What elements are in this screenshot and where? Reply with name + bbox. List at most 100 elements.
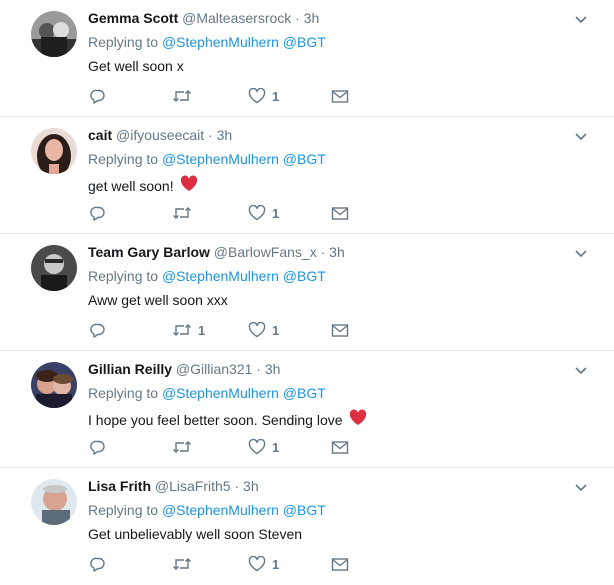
tweet-text-content: I hope you feel better soon. Sending lov… — [88, 411, 343, 428]
avatar[interactable] — [31, 362, 77, 408]
reply-list: Gemma Scott @Malteasersrock · 3h Replying… — [0, 0, 614, 585]
heart-icon — [248, 205, 266, 221]
chevron-down-icon[interactable] — [574, 12, 588, 24]
like-button[interactable]: 1 — [248, 203, 279, 223]
retweet-button[interactable] — [172, 86, 198, 106]
retweet-icon — [172, 322, 192, 338]
username[interactable]: @Malteasersrock — [182, 10, 291, 26]
avatar[interactable] — [31, 128, 77, 174]
timestamp[interactable]: 3h — [243, 478, 259, 494]
envelope-icon — [331, 556, 349, 572]
like-count: 1 — [272, 556, 280, 572]
direct-message-button[interactable] — [331, 437, 349, 457]
timestamp[interactable]: 3h — [265, 361, 281, 377]
tweet-text: Get unbelievably well soon Steven — [88, 526, 302, 542]
replying-to-mentions[interactable]: @StephenMulhern @BGT — [162, 151, 326, 167]
envelope-icon — [331, 205, 349, 221]
separator-dot: · — [291, 10, 304, 26]
timestamp[interactable]: 3h — [329, 244, 345, 260]
avatar[interactable] — [31, 479, 77, 525]
display-name[interactable]: cait — [88, 127, 112, 143]
heart-icon — [248, 556, 266, 572]
heart-icon — [248, 439, 266, 455]
retweet-button[interactable] — [172, 203, 198, 223]
timestamp[interactable]: 3h — [304, 10, 320, 26]
retweet-icon — [172, 88, 192, 104]
tweet-item[interactable]: Team Gary Barlow @BarlowFans_x · 3h Reply… — [0, 234, 614, 351]
direct-message-button[interactable] — [331, 554, 349, 574]
chevron-down-icon[interactable] — [574, 480, 588, 492]
envelope-icon — [331, 88, 349, 104]
tweet-item[interactable]: Gemma Scott @Malteasersrock · 3h Replying… — [0, 0, 614, 117]
retweet-icon — [172, 439, 192, 455]
like-button[interactable]: 1 — [248, 86, 279, 106]
tweet-header: Team Gary Barlow @BarlowFans_x · 3h — [88, 244, 345, 260]
timestamp[interactable]: 3h — [217, 127, 233, 143]
like-count: 1 — [272, 439, 280, 455]
red-heart-emoji-icon — [180, 175, 198, 196]
direct-message-button[interactable] — [331, 320, 349, 340]
replying-to-line: Replying to @StephenMulhern @BGT — [88, 34, 326, 50]
replying-to-label: Replying to — [88, 502, 159, 518]
tweet-item[interactable]: Lisa Frith @LisaFrith5 · 3h Replying to @… — [0, 468, 614, 585]
username[interactable]: @BarlowFans_x — [214, 244, 317, 260]
replying-to-mentions[interactable]: @StephenMulhern @BGT — [162, 268, 326, 284]
separator-dot: · — [316, 244, 330, 260]
reply-button[interactable] — [90, 437, 106, 457]
tweet-text: get well soon! — [88, 175, 198, 196]
display-name[interactable]: Team Gary Barlow — [88, 244, 210, 260]
tweet-text: Get well soon x — [88, 58, 184, 74]
like-button[interactable]: 1 — [248, 554, 279, 574]
retweet-button[interactable] — [172, 554, 198, 574]
direct-message-button[interactable] — [331, 86, 349, 106]
tweet-item[interactable]: cait @ifyouseecait · 3h Replying to @Step… — [0, 117, 614, 234]
heart-icon — [248, 88, 266, 104]
replying-to-label: Replying to — [88, 34, 159, 50]
avatar[interactable] — [31, 11, 77, 57]
avatar[interactable] — [31, 245, 77, 291]
separator-dot: · — [252, 361, 265, 377]
like-button[interactable]: 1 — [248, 320, 279, 340]
username[interactable]: @LisaFrith5 — [155, 478, 231, 494]
retweet-icon — [172, 556, 192, 572]
reply-button[interactable] — [90, 320, 106, 340]
reply-icon — [90, 556, 106, 572]
username[interactable]: @ifyouseecait — [116, 127, 204, 143]
like-button[interactable]: 1 — [248, 437, 279, 457]
tweet-text-content: get well soon! — [88, 177, 174, 194]
tweet-header: Lisa Frith @LisaFrith5 · 3h — [88, 478, 259, 494]
chevron-down-icon[interactable] — [574, 363, 588, 375]
tweet-item[interactable]: Gillian Reilly @Gillian321 · 3h Replying … — [0, 351, 614, 468]
reply-button[interactable] — [90, 203, 106, 223]
envelope-icon — [331, 322, 349, 338]
replying-to-mentions[interactable]: @StephenMulhern @BGT — [162, 34, 326, 50]
tweet-actions: 1 — [88, 203, 358, 223]
display-name[interactable]: Gemma Scott — [88, 10, 178, 26]
tweet-header: Gemma Scott @Malteasersrock · 3h — [88, 10, 319, 26]
chevron-down-icon[interactable] — [574, 129, 588, 141]
direct-message-button[interactable] — [331, 203, 349, 223]
display-name[interactable]: Gillian Reilly — [88, 361, 172, 377]
heart-icon — [248, 322, 266, 338]
replying-to-mentions[interactable]: @StephenMulhern @BGT — [162, 385, 326, 401]
reply-button[interactable] — [90, 86, 106, 106]
username[interactable]: @Gillian321 — [176, 361, 252, 377]
retweet-button[interactable]: 1 — [172, 320, 205, 340]
reply-button[interactable] — [90, 554, 106, 574]
replying-to-mentions[interactable]: @StephenMulhern @BGT — [162, 502, 326, 518]
reply-icon — [90, 322, 106, 338]
tweet-text-content: Aww get well soon xxx — [88, 292, 228, 308]
display-name[interactable]: Lisa Frith — [88, 478, 151, 494]
like-count: 1 — [272, 88, 280, 104]
separator-dot: · — [204, 127, 217, 143]
retweet-icon — [172, 205, 192, 221]
retweet-count: 1 — [198, 322, 206, 338]
separator-dot: · — [230, 478, 244, 494]
replying-to-label: Replying to — [88, 151, 159, 167]
reply-icon — [90, 439, 106, 455]
replying-to-label: Replying to — [88, 385, 159, 401]
like-count: 1 — [272, 205, 280, 221]
tweet-actions: 1 — [88, 437, 358, 457]
retweet-button[interactable] — [172, 437, 198, 457]
chevron-down-icon[interactable] — [574, 246, 588, 258]
